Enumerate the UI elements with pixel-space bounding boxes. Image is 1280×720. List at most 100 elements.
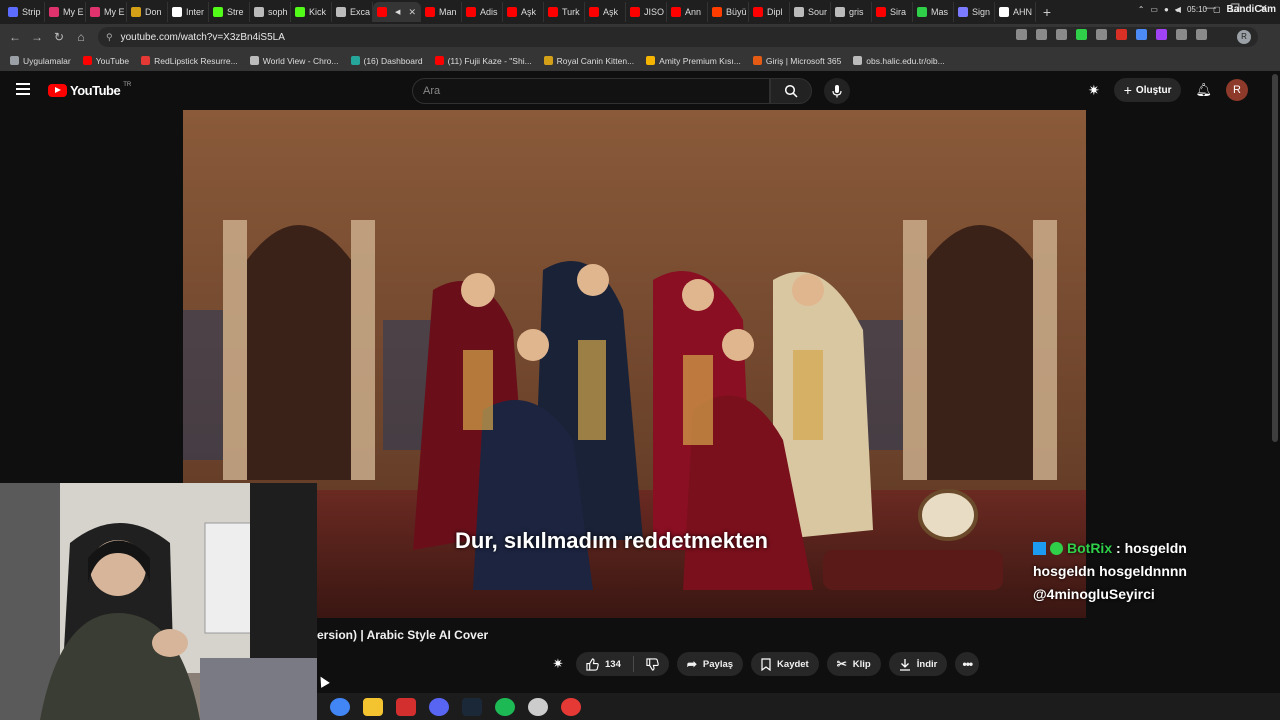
browser-tab[interactable]: Ann — [667, 2, 708, 22]
puzzle-icon[interactable] — [1176, 29, 1187, 40]
thumbs-down-icon[interactable] — [646, 657, 659, 671]
taskbar-app-icon[interactable] — [561, 697, 581, 716]
home-icon[interactable]: ⌂ — [70, 30, 92, 44]
browser-tab[interactable]: Sign — [954, 2, 995, 22]
browser-profile-avatar[interactable]: R — [1237, 30, 1251, 44]
search-button[interactable] — [770, 78, 812, 104]
taskbar-chrome-icon[interactable] — [330, 697, 350, 716]
bookmark-item[interactable]: RedLipstick Resurre... — [141, 56, 238, 66]
browser-tab[interactable]: Dipl — [749, 2, 790, 22]
bookmark-favicon-icon — [434, 56, 444, 65]
browser-tab[interactable]: Adis — [462, 2, 503, 22]
ai-sparkle-icon[interactable]: ✷ — [548, 656, 568, 672]
extension-heart-icon[interactable] — [1116, 29, 1127, 40]
search-input[interactable]: Ara — [412, 78, 770, 104]
bookmark-item[interactable]: Uygulamalar — [10, 56, 71, 66]
tab-favicon-icon — [753, 7, 763, 17]
tab-label: Büyü — [726, 7, 747, 17]
sidepanel-icon[interactable] — [1196, 29, 1207, 40]
browser-tab[interactable]: Kick — [291, 2, 332, 22]
tab-label: Mas — [931, 7, 949, 17]
tab-label: Sira — [890, 7, 907, 17]
share-icon[interactable] — [1036, 29, 1047, 40]
browser-tab[interactable]: JISO — [626, 2, 667, 22]
like-button[interactable]: 134 — [586, 657, 621, 671]
bookmark-item[interactable]: Amity Premium Kısı... — [646, 56, 741, 66]
browser-tab[interactable]: My E — [86, 2, 127, 22]
bookmark-item[interactable]: Royal Canin Kitten... — [543, 56, 634, 66]
browser-tab[interactable]: Büyü — [708, 2, 749, 22]
voice-search-button[interactable] — [824, 78, 850, 104]
install-icon[interactable] — [1016, 29, 1027, 40]
browser-tab[interactable]: Man — [421, 2, 462, 22]
bookmark-item[interactable]: (11) Fujii Kaze - "Shi... — [434, 56, 532, 66]
browser-tab[interactable]: Aşk — [585, 2, 626, 22]
save-button[interactable]: Kaydet — [751, 652, 819, 676]
bookmark-item[interactable]: (16) Dashboard — [350, 56, 423, 66]
browser-tab[interactable]: AHN — [995, 2, 1036, 22]
tray-chevron-icon[interactable]: ⌃ — [1138, 5, 1145, 14]
windows-taskbar — [317, 693, 1280, 720]
bookmark-item[interactable]: World View - Chro... — [249, 56, 339, 66]
tab-favicon-icon — [958, 7, 968, 17]
notifications-bell-icon[interactable]: 🔔︎ — [1195, 82, 1212, 98]
bookmark-star-icon[interactable] — [1056, 29, 1067, 40]
browser-tab[interactable]: Sour — [790, 2, 831, 22]
browser-tab[interactable]: Aşk — [503, 2, 544, 22]
tab-favicon-icon — [336, 7, 346, 17]
volume-icon[interactable]: ◀ — [1175, 5, 1181, 14]
extension-wifi-icon[interactable] — [1136, 29, 1147, 40]
extension-icon[interactable] — [1096, 29, 1107, 40]
browser-tab[interactable]: Stre — [209, 2, 250, 22]
download-button[interactable]: İndir — [888, 652, 948, 676]
browser-tab[interactable]: ◀︎ ✕ — [373, 2, 421, 22]
browser-tab[interactable]: Sira — [872, 2, 913, 22]
browser-tab[interactable]: Turk — [544, 2, 585, 22]
network-icon[interactable]: ▭ — [1150, 5, 1158, 14]
bookmark-item[interactable]: obs.halic.edu.tr/oib... — [853, 56, 945, 66]
extension-purple-icon[interactable] — [1156, 29, 1167, 40]
notifications-tray-icon[interactable]: ▢ — [1213, 5, 1221, 14]
youtube-logo[interactable]: YouTube TR — [48, 82, 131, 98]
tab-close-icon[interactable]: ✕ — [408, 7, 416, 18]
create-button[interactable]: + Oluştur — [1113, 78, 1182, 102]
like-count: 134 — [605, 658, 621, 670]
taskbar-discord-icon[interactable] — [429, 697, 449, 716]
forward-icon[interactable]: → — [26, 30, 48, 44]
browser-tab[interactable]: Inter — [168, 2, 209, 22]
browser-tab[interactable]: Don — [127, 2, 168, 22]
hamburger-menu-icon[interactable] — [16, 83, 30, 95]
bookmark-item[interactable]: Giriş | Microsoft 365 — [752, 56, 841, 66]
tab-audio-icon[interactable]: ◀︎ — [395, 8, 400, 16]
taskbar-spotify-icon[interactable] — [495, 697, 515, 716]
share-label: Paylaş — [702, 658, 734, 670]
bookmark-label: Uygulamalar — [23, 55, 71, 66]
browser-tab[interactable]: Exca — [332, 2, 373, 22]
reload-icon[interactable]: ↻ — [48, 30, 70, 44]
new-tab-icon[interactable]: + — [1036, 4, 1058, 20]
share-button[interactable]: ➦ Paylaş — [676, 652, 744, 676]
back-icon[interactable]: ← — [4, 30, 26, 44]
browser-tab[interactable]: Mas — [913, 2, 954, 22]
tab-label: My E — [63, 7, 84, 17]
taskbar-news-icon[interactable] — [396, 697, 416, 716]
extension-shield-icon[interactable] — [1076, 29, 1087, 40]
taskbar-obs-icon[interactable] — [528, 697, 548, 716]
mic-tray-icon[interactable]: ● — [1164, 5, 1169, 14]
tab-label: soph — [268, 7, 288, 17]
chat-message-start: hosgeldn — [1124, 540, 1187, 556]
browser-tab[interactable]: Strip — [4, 2, 45, 22]
more-actions-button[interactable]: ••• — [955, 652, 980, 676]
browser-tab[interactable]: gris — [831, 2, 872, 22]
browser-tab[interactable]: soph — [250, 2, 291, 22]
clock[interactable]: 05:10 — [1187, 5, 1207, 14]
taskbar-files-icon[interactable] — [363, 697, 383, 716]
browser-tab[interactable]: My E — [45, 2, 86, 22]
page-scrollbar[interactable] — [1272, 74, 1278, 442]
site-info-icon[interactable]: ⚲ — [106, 32, 113, 43]
clip-button[interactable]: ✂ Klip — [826, 652, 881, 676]
user-avatar[interactable]: R — [1226, 79, 1248, 101]
sparkle-icon[interactable]: ✷ — [1088, 82, 1100, 99]
taskbar-steam-icon[interactable] — [462, 697, 482, 716]
bookmark-item[interactable]: YouTube — [82, 56, 129, 66]
